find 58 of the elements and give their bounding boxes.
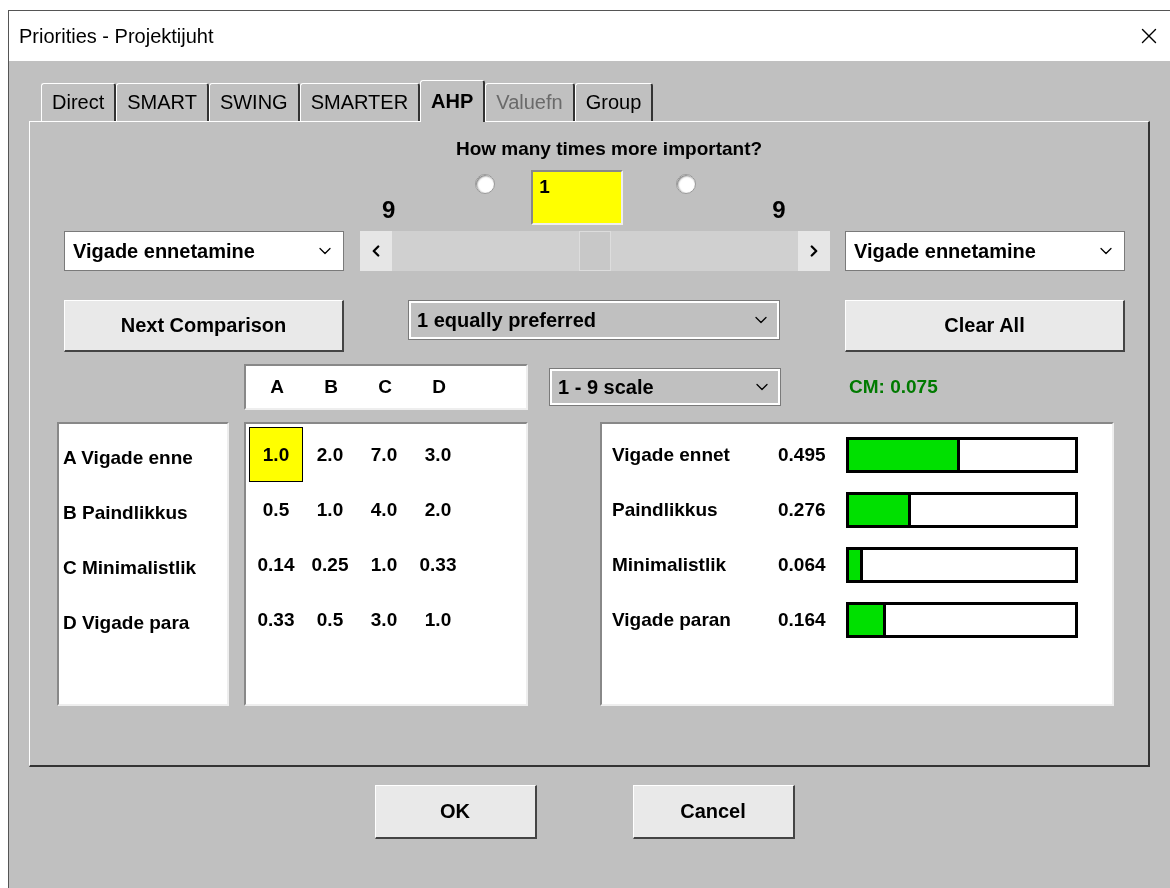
priority-value: 0.276 — [778, 498, 826, 521]
scroll-left-button[interactable] — [360, 231, 392, 271]
criterion-label: C Minimalistlik — [63, 556, 197, 579]
criterion-label: B Paindlikkus — [63, 501, 188, 524]
next-comparison-button[interactable]: Next Comparison — [64, 300, 344, 352]
tab[interactable]: Direct — [41, 83, 117, 121]
preference-dropdown[interactable]: 1 equally preferred — [408, 300, 780, 340]
matrix-cell[interactable]: 0.25 — [303, 537, 357, 592]
criterion-label: A Vigade enne — [63, 446, 193, 469]
slider-thumb[interactable] — [579, 231, 611, 271]
priority-name: Vigade paran — [612, 608, 732, 631]
clear-all-button[interactable]: Clear All — [845, 300, 1125, 352]
tab[interactable]: Group — [574, 83, 654, 121]
matrix-cell[interactable]: 2.0 — [303, 427, 357, 482]
matrix-cell[interactable]: 0.14 — [249, 537, 303, 592]
criterion-dropdown[interactable]: Vigade ennetamine — [845, 231, 1125, 271]
matrix-cell[interactable]: 1.0 — [357, 537, 411, 592]
matrix-cell[interactable]: 1.0 — [303, 482, 357, 537]
slider-track[interactable] — [360, 231, 830, 271]
priority-name: Vigade ennet — [612, 443, 731, 466]
matrix-cell[interactable]: 7.0 — [357, 427, 411, 482]
tab[interactable]: AHP — [420, 80, 486, 122]
scroll-right-button[interactable] — [798, 231, 830, 271]
column-header: D — [432, 376, 446, 398]
matrix-cell[interactable]: 3.0 — [411, 427, 465, 482]
criterion-label: D Vigade para — [63, 611, 190, 634]
matrix-cell[interactable]: 1.0 — [249, 427, 303, 482]
matrix-cell[interactable]: 0.33 — [249, 592, 303, 647]
priority-name: Paindlikkus — [612, 498, 719, 521]
matrix-cell[interactable]: 2.0 — [411, 482, 465, 537]
radio-button[interactable] — [475, 174, 496, 194]
priority-value: 0.495 — [778, 443, 826, 466]
question-text: How many times more important? — [454, 138, 764, 160]
matrix-cell[interactable]: 0.5 — [249, 482, 303, 537]
scale-dropdown[interactable]: 1 - 9 scale — [549, 368, 781, 406]
scale-label: 9 — [772, 196, 786, 224]
consistency-measure: CM: 0.075 — [849, 376, 938, 398]
dialog-button[interactable]: Cancel — [632, 785, 795, 839]
tab[interactable]: SWING — [208, 83, 300, 121]
radio-button[interactable] — [676, 174, 697, 194]
scale-label: 9 — [382, 196, 396, 224]
dialog-button[interactable]: OK — [374, 785, 537, 839]
priority-value: 0.064 — [778, 553, 826, 576]
column-header: A — [270, 376, 284, 398]
matrix-cell[interactable]: 3.0 — [357, 592, 411, 647]
matrix-cell[interactable]: 0.33 — [411, 537, 465, 592]
matrix-cell[interactable]: 0.5 — [303, 592, 357, 647]
priority-value: 0.164 — [778, 608, 826, 631]
tab[interactable]: SMART — [116, 83, 209, 121]
matrix-cell[interactable]: 1.0 — [411, 592, 465, 647]
tab[interactable]: SMARTER — [299, 83, 421, 121]
window-title: Priorities - Projektijuht — [19, 24, 214, 48]
priority-name: Minimalistlik — [612, 553, 728, 576]
column-header: B — [324, 376, 338, 398]
column-header: C — [378, 376, 392, 398]
ratio-field[interactable]: 1 — [531, 170, 624, 225]
matrix-cell[interactable]: 4.0 — [357, 482, 411, 537]
criterion-dropdown[interactable]: Vigade ennetamine — [64, 231, 344, 271]
